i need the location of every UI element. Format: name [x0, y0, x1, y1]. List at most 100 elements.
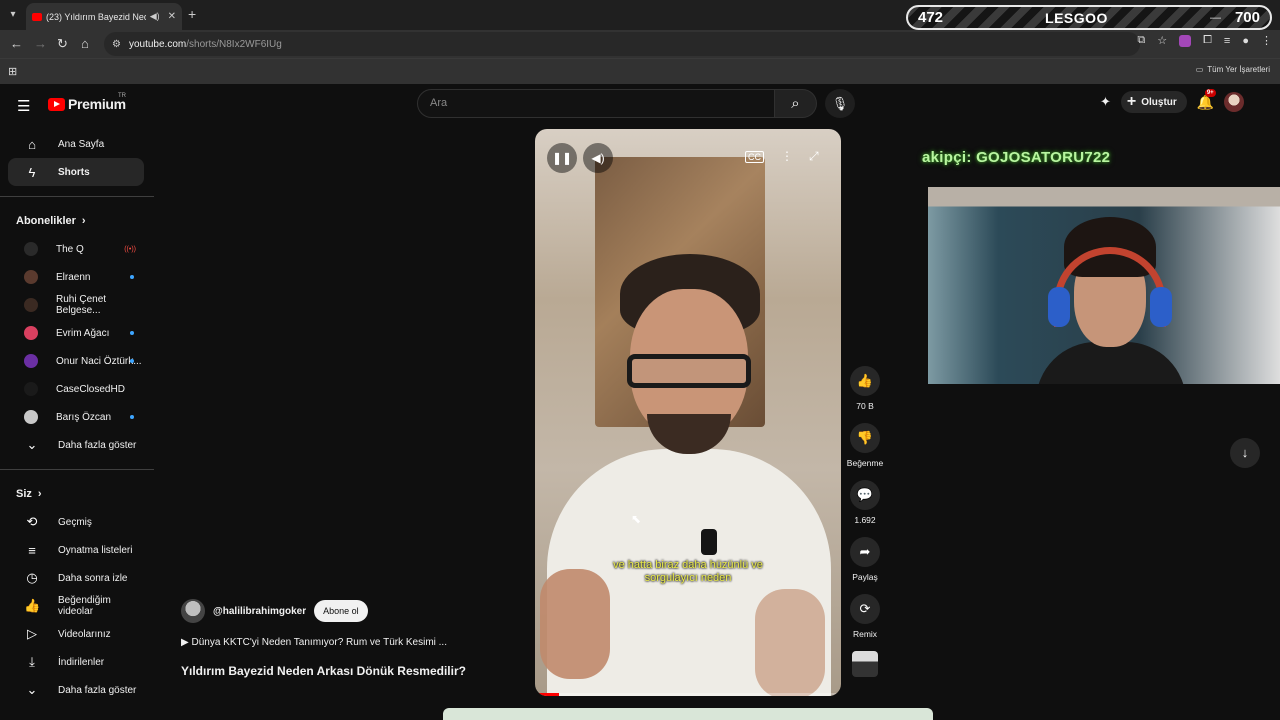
reload-icon[interactable]: ↻: [57, 36, 68, 52]
sidebar-item-playlists[interactable]: ≡ Oynatma listeleri: [8, 536, 144, 564]
more-options-icon[interactable]: ⋮: [781, 149, 793, 163]
search-input[interactable]: Ara: [417, 89, 775, 118]
you-header[interactable]: Siz ›: [0, 480, 154, 508]
video-person-beard: [647, 414, 731, 454]
dislike-button[interactable]: 👎: [850, 423, 880, 453]
new-content-dot: [130, 275, 134, 279]
bookmarks-bar: ⊞ ▭ Tüm Yer İşaretleri: [0, 58, 1280, 84]
liked-videos-icon: 👍: [24, 598, 41, 613]
apps-grid-icon[interactable]: ⊞: [8, 65, 17, 78]
divider: [0, 196, 154, 197]
remix-button[interactable]: ⟳: [850, 594, 880, 624]
playlists-icon: ≡: [28, 542, 36, 558]
forward-icon[interactable]: →: [34, 36, 47, 51]
youtube-logo[interactable]: Premium TR: [48, 93, 126, 112]
fullscreen-icon[interactable]: ⤢: [809, 149, 819, 164]
sidebar-subscription-item[interactable]: Onur Naci Öztürk...: [8, 347, 144, 375]
comment-count: 1.692: [854, 515, 876, 525]
account-avatar[interactable]: [1224, 92, 1245, 112]
sidebar-item-shorts[interactable]: ϟ Shorts: [8, 158, 144, 186]
sidebar-item-your-videos[interactable]: ▷ Videolarınız: [8, 620, 144, 648]
show-more-subscriptions[interactable]: ⌄ Daha fazla göster: [8, 431, 144, 459]
sidebar-subscription-item[interactable]: Barış Özcan: [8, 403, 144, 431]
sidebar-item-downloads[interactable]: ⤓ İndirilenler: [8, 648, 144, 676]
new-tab-icon[interactable]: +: [188, 6, 196, 22]
bookmark-star-icon[interactable]: ☆: [1157, 34, 1167, 47]
notifications-bell-icon[interactable]: 🔔 9+: [1197, 88, 1216, 111]
channel-name[interactable]: @halilibrahimgoker: [213, 606, 306, 617]
history-icon: ⟲: [26, 514, 38, 529]
browser-menu-icon[interactable]: ⋮: [1261, 34, 1272, 47]
menu-icon[interactable]: ☰: [17, 97, 30, 115]
subscription-label: Onur Naci Öztürk...: [56, 355, 142, 367]
channel-avatar: [24, 410, 38, 424]
search-icon[interactable]: ⌕: [775, 89, 817, 118]
channel-avatar: [24, 326, 38, 340]
sidebar-item-liked-videos[interactable]: 👍 Beğendiğim videolar: [8, 592, 144, 620]
captions-icon[interactable]: CC: [745, 151, 764, 163]
sidebar-item-home[interactable]: ⌂ Ana Sayfa: [8, 130, 144, 158]
media-control-icon[interactable]: ≡: [1224, 35, 1230, 47]
site-info-icon[interactable]: ⚙: [112, 39, 121, 50]
like-button[interactable]: 👍: [850, 366, 880, 396]
video-progress-bar[interactable]: [535, 693, 841, 696]
channel-avatar: [24, 298, 38, 312]
show-more-you[interactable]: ⌄ Daha fazla göster: [8, 676, 144, 704]
chevron-right-icon: ›: [37, 488, 42, 500]
sidebar: ⌂ Ana Sayfa ϟ Shorts Abonelikler › The Q ((•…: [0, 130, 154, 704]
video-subtitle: ve hatta biraz daha hüzünlü ve sorgulayı…: [535, 559, 841, 585]
tab-audio-icon[interactable]: ◀): [150, 11, 160, 22]
minimize-icon[interactable]: —: [1210, 12, 1221, 24]
browser-tab-active[interactable]: (23) Yıldırım Bayezid Neden ◀) ✕: [26, 3, 182, 30]
lapel-microphone: [701, 529, 717, 555]
next-short-arrow-icon[interactable]: ↓: [1230, 438, 1260, 468]
divider: [0, 469, 154, 470]
show-more-label: Daha fazla göster: [58, 684, 137, 696]
extensions-puzzle-icon[interactable]: ⧠: [1203, 34, 1212, 47]
overlay-center-text: LESGOO: [1045, 9, 1108, 26]
comments-button[interactable]: 💬: [850, 480, 880, 510]
sidebar-subscription-item[interactable]: Ruhi Çenet Belgese...: [8, 291, 144, 319]
sidebar-item-watch-later[interactable]: ◷ Daha sonra izle: [8, 564, 144, 592]
create-button[interactable]: + Oluştur: [1120, 91, 1187, 113]
headphones-left-cup: [1048, 287, 1070, 327]
share-button[interactable]: ➦: [850, 537, 880, 567]
profile-icon[interactable]: ●: [1242, 35, 1249, 47]
youtube-favicon-icon: [32, 12, 42, 21]
extension-icon[interactable]: [1179, 34, 1192, 47]
sidebar-subscription-item[interactable]: The Q ((•)): [8, 235, 144, 263]
home-icon[interactable]: ⌂: [81, 36, 89, 51]
subscription-label: Evrim Ağacı: [56, 327, 110, 339]
playlist-link[interactable]: ▶ Dünya KKTC'yi Neden Tanımıyor? Rum ve …: [181, 637, 447, 648]
volume-icon[interactable]: ◀): [583, 143, 613, 173]
webcam-body: [1036, 342, 1186, 384]
url-path: /shorts/N8Ix2WF6IUg: [186, 38, 282, 50]
audio-source-thumbnail[interactable]: [852, 651, 878, 677]
tab-search-icon[interactable]: ▾: [4, 6, 22, 24]
region-code: TR: [118, 93, 126, 99]
microphone-icon[interactable]: 🎙: [825, 89, 855, 118]
sidebar-item-history[interactable]: ⟲ Geçmiş: [8, 508, 144, 536]
back-icon[interactable]: ←: [10, 36, 23, 51]
all-bookmarks-label: Tüm Yer İşaretleri: [1207, 65, 1270, 74]
sidebar-subscription-item[interactable]: Evrim Ağacı: [8, 319, 144, 347]
shorts-video-player[interactable]: ❚❚ ◀) CC ⋮ ⤢ ve hatta biraz daha hüzünlü…: [535, 129, 841, 696]
shorts-create-icon[interactable]: ✦: [1100, 94, 1111, 110]
play-triangle-icon: ▶: [181, 637, 192, 648]
chevron-down-icon: ⌄: [26, 682, 38, 697]
install-app-icon[interactable]: ⧉: [1137, 34, 1145, 47]
all-bookmarks[interactable]: ▭ Tüm Yer İşaretleri: [1196, 65, 1270, 74]
subscriptions-header[interactable]: Abonelikler ›: [0, 207, 154, 235]
overlay-right-value: 700: [1234, 9, 1260, 26]
address-bar[interactable]: ⚙ youtube.com/shorts/N8Ix2WF6IUg: [104, 32, 1140, 56]
sidebar-item-label: Beğendiğim videolar: [58, 595, 111, 617]
pause-icon[interactable]: ❚❚: [547, 143, 577, 173]
subtitle-line: sorgulayıcı neden: [644, 572, 732, 584]
close-tab-icon[interactable]: ✕: [164, 11, 176, 22]
subscribe-button[interactable]: Abone ol: [314, 600, 368, 622]
sidebar-subscription-item[interactable]: Elraenn: [8, 263, 144, 291]
channel-avatar[interactable]: [181, 599, 205, 623]
dislike-label: Beğenme: [846, 458, 884, 468]
sidebar-subscription-item[interactable]: CaseClosedHD: [8, 375, 144, 403]
live-icon: ((•)): [124, 246, 136, 253]
